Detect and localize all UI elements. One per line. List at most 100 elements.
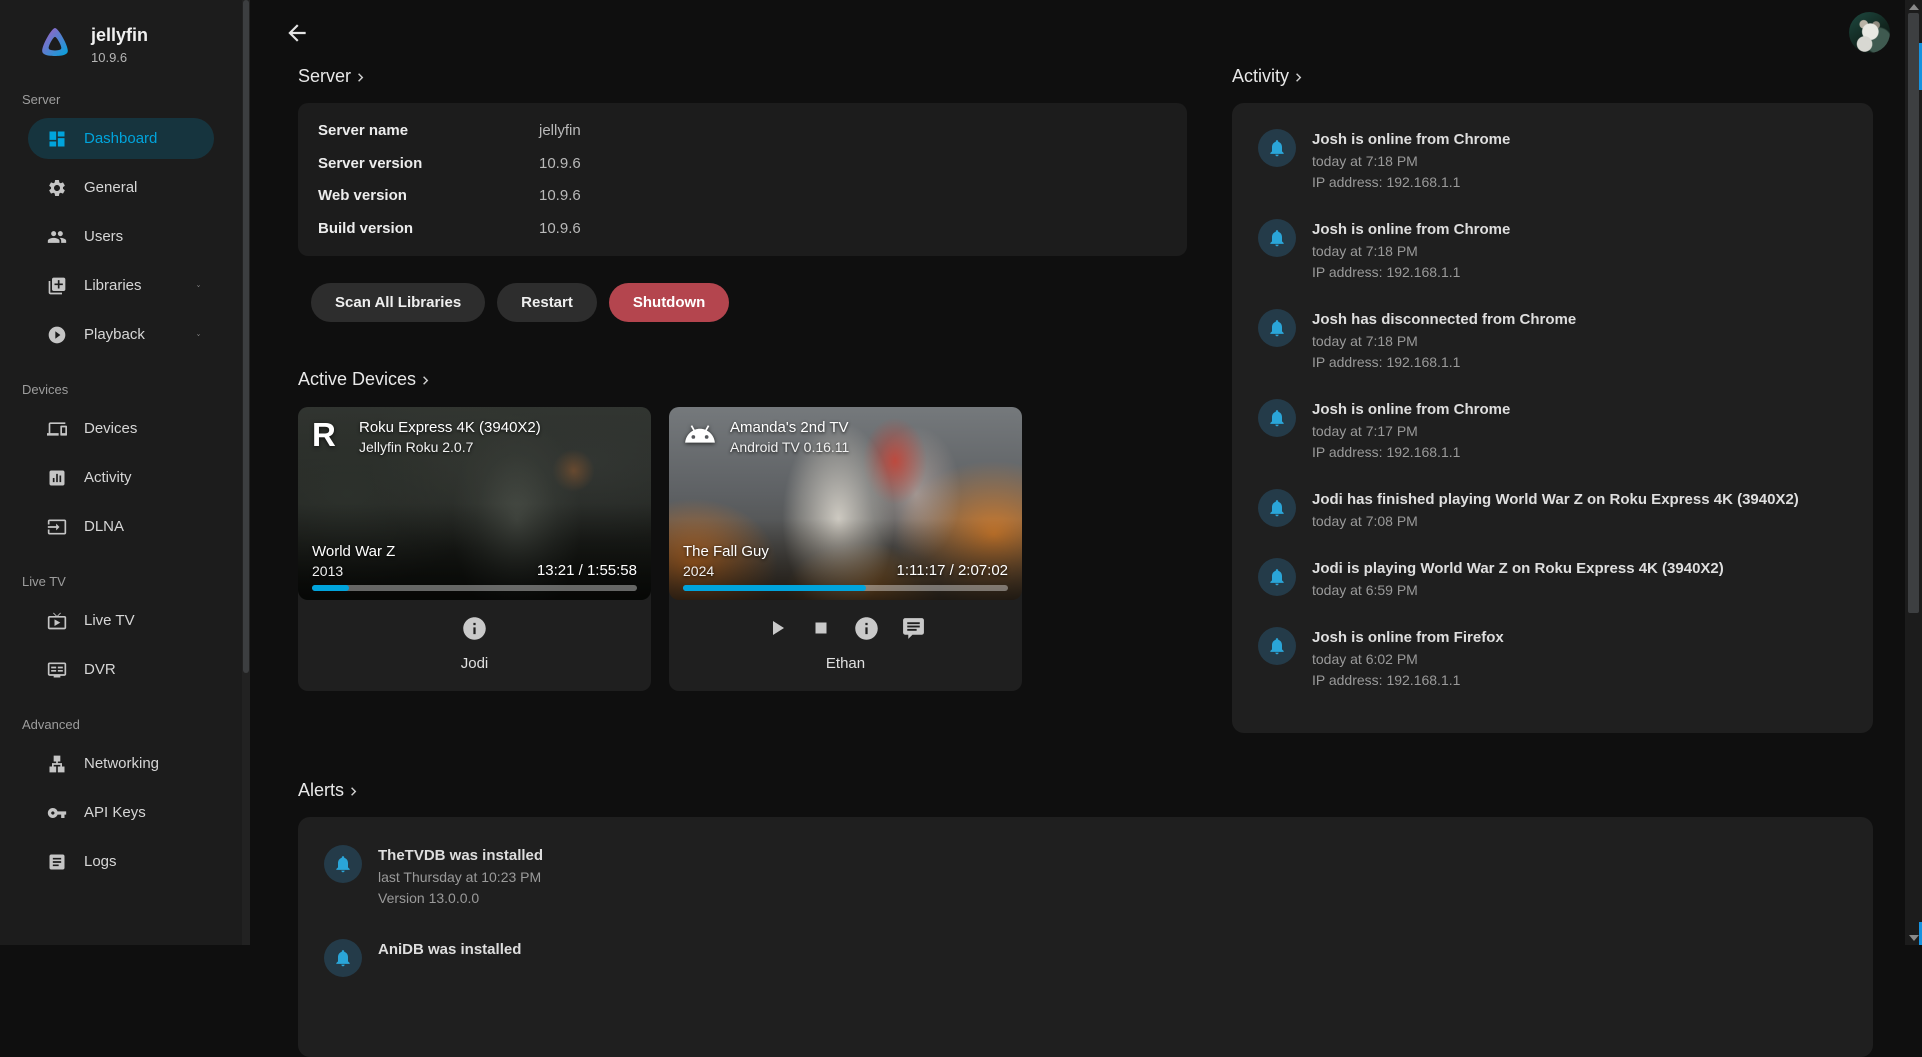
sidebar-item-playback[interactable]: Playback (28, 314, 214, 355)
restart-button[interactable]: Restart (497, 283, 597, 322)
window-scrollbar[interactable] (1905, 0, 1922, 945)
device-name: Amanda's 2nd TV (730, 419, 849, 436)
sidebar-item-label: General (84, 179, 137, 196)
nav-section-advanced: Advanced (22, 717, 242, 733)
feed-item-title: AniDB was installed (378, 939, 521, 959)
info-button[interactable] (461, 615, 488, 642)
feed-item-body: Josh is online from Chrometoday at 7:18 … (1312, 129, 1510, 191)
sidebar-item-label: Devices (84, 420, 137, 437)
sidebar-item-logs[interactable]: Logs (28, 841, 214, 882)
sidebar-scrollbar[interactable] (242, 0, 250, 945)
feed-item-body: Jodi is playing World War Z on Roku Expr… (1312, 558, 1724, 599)
android-icon (683, 419, 717, 445)
server-actions: Scan All Libraries Restart Shutdown (311, 283, 1187, 322)
shutdown-button[interactable]: Shutdown (609, 283, 729, 322)
alert-item: TheTVDB was installedlast Thursday at 10… (324, 829, 1847, 923)
activity-feed: Josh is online from Chrome today at 7:18 … (1232, 103, 1873, 733)
alerts-title[interactable]: Alerts (298, 780, 1873, 801)
bell-icon (1267, 408, 1287, 428)
feed-item-title: Josh is online from Chrome (1312, 399, 1510, 419)
scrollbar-down-arrow-icon[interactable] (1909, 935, 1919, 941)
activity-item: Josh is online from Chrometoday at 7:18 … (1258, 115, 1847, 205)
server-info-row: Web version 10.9.6 (318, 186, 1167, 205)
scrollbar-up-arrow-icon[interactable] (1909, 4, 1919, 10)
server-info-value: 10.9.6 (539, 154, 581, 173)
sidebar-item-dlna[interactable]: DLNA (28, 506, 214, 547)
nav-section-livetv: Live TV (22, 574, 242, 590)
now-playing-backdrop: R Roku Express 4K (3940X2) Jellyfin Roku… (298, 407, 651, 600)
bell-icon (1267, 567, 1287, 587)
feed-item-time: today at 7:08 PM (1312, 512, 1799, 530)
notification-bell-icon (1258, 219, 1296, 257)
sidebar-item-label: Activity (84, 469, 132, 486)
alerts-title-text: Alerts (298, 780, 344, 801)
sidebar-scrollbar-thumb[interactable] (243, 0, 249, 673)
device-card-android-tv[interactable]: Amanda's 2nd TV Android TV 0.16.11 The F… (669, 407, 1022, 691)
server-info-label: Server version (318, 154, 539, 173)
playback-progress-fill (312, 585, 349, 591)
user-avatar-button[interactable] (1849, 12, 1890, 53)
session-user: Jodi (298, 655, 651, 691)
sidebar-item-users[interactable]: Users (28, 216, 214, 257)
chevron-right-icon (352, 69, 369, 86)
scan-all-libraries-button[interactable]: Scan All Libraries (311, 283, 485, 322)
sidebar-item-label: API Keys (84, 804, 146, 821)
sidebar-item-libraries[interactable]: Libraries (28, 265, 214, 306)
sidebar-item-api-keys[interactable]: API Keys (28, 792, 214, 833)
playback-time: 1:11:17 / 2:07:02 (897, 562, 1008, 579)
device-card-footer: Ethan (669, 600, 1022, 691)
stop-button[interactable] (810, 617, 832, 639)
server-info-label: Build version (318, 219, 539, 238)
server-info-label: Web version (318, 186, 539, 205)
feed-item-title: Josh has disconnected from Chrome (1312, 309, 1576, 329)
sidebar-item-dvr[interactable]: DVR (28, 649, 214, 690)
app-version: 10.9.6 (91, 50, 148, 65)
server-column: Server Server name jellyfin Server versi… (298, 56, 1187, 733)
feed-item-title: Josh is online from Chrome (1312, 219, 1510, 239)
dashboard-icon (47, 129, 67, 149)
chevron-right-icon (417, 372, 434, 389)
dashboard-main: Server Server name jellyfin Server versi… (250, 0, 1905, 945)
bell-icon (333, 854, 353, 874)
feed-item-title: Josh is online from Firefox (1312, 627, 1504, 647)
sidebar-item-networking[interactable]: Networking (28, 743, 214, 784)
key-icon (47, 803, 67, 823)
active-devices-title[interactable]: Active Devices (298, 369, 1187, 390)
feed-item-title: Jodi is playing World War Z on Roku Expr… (1312, 558, 1724, 578)
window-scrollbar-thumb[interactable] (1908, 13, 1919, 613)
sidebar-item-devices[interactable]: Devices (28, 408, 214, 449)
sidebar-item-activity[interactable]: Activity (28, 457, 214, 498)
notification-bell-icon (1258, 558, 1296, 596)
server-section-title[interactable]: Server (298, 66, 1187, 87)
chevron-down-icon (196, 277, 214, 295)
media-title: The Fall Guy (683, 543, 769, 560)
notification-bell-icon (1258, 489, 1296, 527)
sidebar-item-general[interactable]: General (28, 167, 214, 208)
activity-title[interactable]: Activity (1232, 66, 1873, 87)
feed-item-time: today at 7:18 PM (1312, 242, 1510, 260)
input-icon (47, 517, 67, 537)
info-button[interactable] (853, 615, 880, 642)
feed-item-body: Josh is online from Chrometoday at 7:17 … (1312, 399, 1510, 461)
sidebar-item-live-tv[interactable]: Live TV (28, 600, 214, 641)
stop-icon (810, 617, 832, 639)
activity-column: Activity Josh is online from Chrometoday… (1232, 56, 1873, 733)
device-name: Roku Express 4K (3940X2) (359, 419, 541, 436)
server-section-title-text: Server (298, 66, 351, 87)
media-year: 2024 (683, 563, 769, 579)
app-brand: jellyfin 10.9.6 (0, 0, 242, 65)
device-card-footer: Jodi (298, 600, 651, 691)
feed-item-time: last Thursday at 10:23 PM (378, 868, 543, 886)
back-button[interactable] (284, 20, 310, 46)
feed-item-body: Josh has disconnected from Chrometoday a… (1312, 309, 1576, 371)
gear-icon (47, 178, 67, 198)
play-button[interactable] (765, 616, 789, 640)
notification-bell-icon (1258, 309, 1296, 347)
send-message-button[interactable] (901, 616, 926, 641)
sidebar-item-dashboard[interactable]: Dashboard (28, 118, 214, 159)
notification-bell-icon (1258, 627, 1296, 665)
activity-chart-icon (47, 468, 67, 488)
bell-icon (1267, 228, 1287, 248)
server-info-row: Build version 10.9.6 (318, 219, 1167, 238)
device-card-roku[interactable]: R Roku Express 4K (3940X2) Jellyfin Roku… (298, 407, 651, 691)
